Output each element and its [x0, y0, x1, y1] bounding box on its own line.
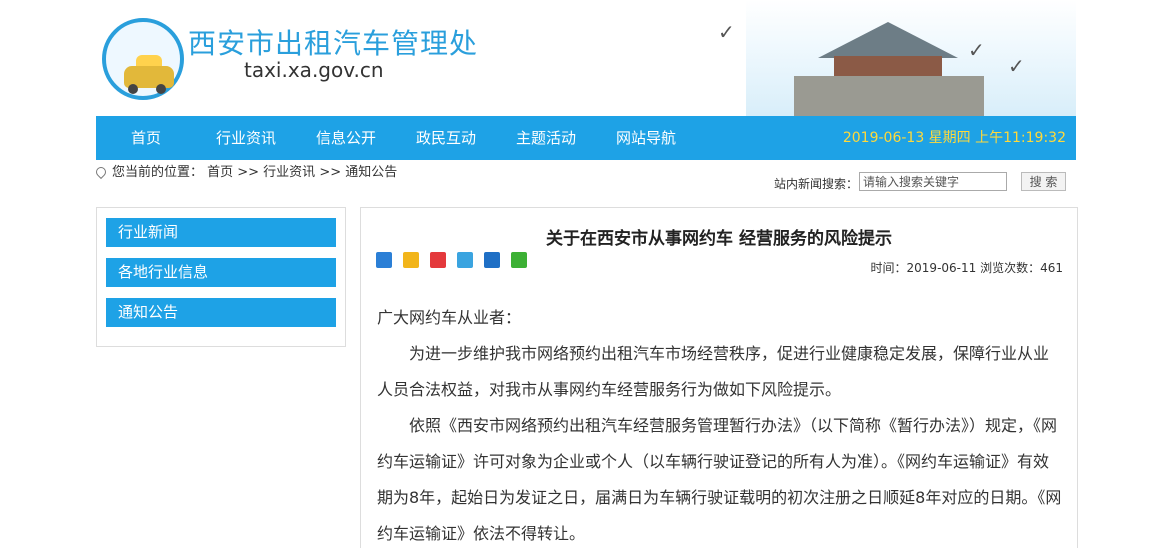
site-header: 西安市出租汽车管理处 taxi.xa.gov.cn ✓ ✓ ✓ — [96, 0, 1076, 116]
nav-themes[interactable]: 主题活动 — [516, 116, 576, 160]
sidebar-item-industry-news[interactable]: 行业新闻 — [106, 218, 336, 247]
bird-icon: ✓ — [718, 20, 735, 44]
sidebar-item-regional-info[interactable]: 各地行业信息 — [106, 258, 336, 287]
bird-icon: ✓ — [968, 38, 985, 62]
main-nav: 首页 行业资讯 信息公开 政民互动 主题活动 网站导航 2019-06-13 星… — [96, 116, 1076, 160]
location-pin-icon — [93, 164, 109, 180]
taxi-logo-icon[interactable] — [102, 18, 184, 100]
bird-icon: ✓ — [1008, 54, 1025, 78]
article-body: 广大网约车从业者： 为进一步维护我市网络预约出租汽车市场经营秩序，促进行业健康稳… — [377, 300, 1063, 552]
wechat-share-icon[interactable] — [511, 252, 528, 268]
renren-share-icon[interactable] — [484, 252, 501, 268]
add-share-icon[interactable] — [376, 252, 392, 268]
nav-info-disclosure[interactable]: 信息公开 — [316, 116, 376, 160]
article-greeting: 广大网约车从业者： — [377, 308, 522, 327]
breadcrumb[interactable]: 您当前的位置： 首页 >> 行业资讯 >> 通知公告 — [112, 164, 397, 182]
nav-sitemap[interactable]: 网站导航 — [616, 116, 676, 160]
search-input[interactable]: 请输入搜索关键字 — [859, 172, 1007, 191]
article-meta: 时间：2019-06-11 浏览次数：461 — [870, 261, 1063, 275]
share-bar — [376, 252, 533, 271]
article-paragraph: 依照《西安市网络预约出租汽车经营服务管理暂行办法》（以下简称《暂行办法》）规定，… — [377, 416, 1062, 543]
article-panel: 关于在西安市从事网约车 经营服务的风险提示 时间：2019-06-11 浏览次数… — [360, 207, 1078, 548]
article-title: 关于在西安市从事网约车 经营服务的风险提示 — [546, 229, 892, 249]
nav-industry-news[interactable]: 行业资讯 — [216, 116, 276, 160]
search-label: 站内新闻搜索： — [774, 177, 859, 191]
current-datetime: 2019-06-13 星期四 上午11:19:32 — [842, 130, 1066, 146]
nav-interaction[interactable]: 政民互动 — [416, 116, 476, 160]
favorite-share-icon[interactable] — [403, 252, 420, 268]
site-title[interactable]: 西安市出租汽车管理处 — [188, 22, 478, 62]
qzone-share-icon[interactable] — [457, 252, 474, 268]
article-paragraph: 为进一步维护我市网络预约出租汽车市场经营秩序，促进行业健康稳定发展，保障行业从业… — [377, 344, 1050, 399]
search-button[interactable]: 搜 索 — [1021, 172, 1066, 191]
site-url: taxi.xa.gov.cn — [244, 58, 384, 82]
sidebar-item-notices[interactable]: 通知公告 — [106, 298, 336, 327]
bell-tower-banner: ✓ ✓ ✓ — [718, 0, 1076, 116]
sidebar: 行业新闻 各地行业信息 通知公告 — [96, 207, 346, 347]
breadcrumb-bar: 您当前的位置： 首页 >> 行业资讯 >> 通知公告 站内新闻搜索： 请输入搜索… — [93, 164, 1076, 191]
nav-home[interactable]: 首页 — [131, 116, 161, 160]
weibo-share-icon[interactable] — [430, 252, 447, 268]
